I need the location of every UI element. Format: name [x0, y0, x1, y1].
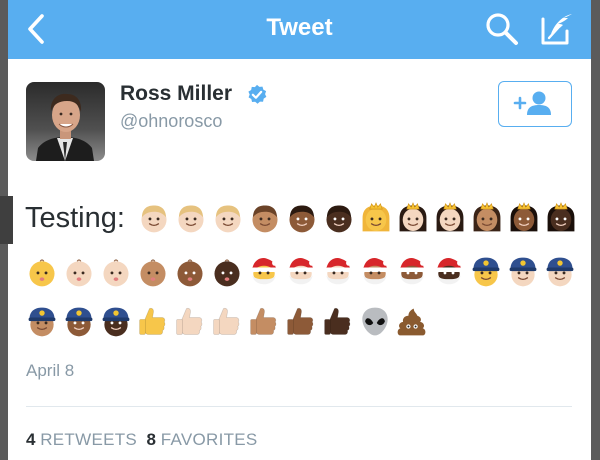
baby-emoji — [29, 259, 55, 287]
tweet-text: Testing: — [25, 198, 581, 348]
man-light-skin-emoji — [178, 205, 204, 233]
baby-dark-skin-emoji — [214, 259, 240, 287]
avatar[interactable] — [26, 82, 105, 161]
santa-light-skin-emoji — [288, 258, 315, 285]
santa-medium-skin-emoji — [362, 258, 389, 285]
man-light-skin-emoji — [215, 205, 241, 233]
santa-medium-dark-skin-emoji — [399, 258, 426, 285]
police-officer-medium-skin-emoji — [28, 307, 56, 337]
follow-button[interactable] — [498, 81, 572, 127]
emoji-row-1 — [137, 198, 581, 238]
princess-medium-dark-skin-emoji — [510, 202, 538, 232]
princess-light-skin-emoji — [399, 202, 427, 232]
man-medium-skin-emoji — [252, 205, 278, 233]
thumbs-up-light-skin-emoji — [176, 307, 203, 335]
princess-emoji — [362, 202, 390, 232]
search-button[interactable] — [484, 11, 520, 47]
alien-emoji — [362, 307, 388, 336]
verified-badge-icon — [248, 84, 267, 104]
tweet-text-word: Testing: — [25, 202, 125, 234]
author-handle[interactable]: @ohnorosco — [120, 111, 222, 132]
compose-icon — [541, 14, 572, 45]
thumbs-up-emoji — [139, 307, 166, 335]
baby-medium-dark-skin-emoji — [177, 259, 203, 287]
thumbs-up-dark-skin-emoji — [324, 307, 351, 335]
profile-photo — [26, 82, 105, 161]
favorites-link[interactable]: 8 FAVORITES — [147, 430, 258, 449]
baby-light-skin-emoji — [103, 259, 129, 287]
favorites-label: FAVORITES — [160, 430, 258, 449]
favorite-count: 8 — [146, 430, 156, 449]
santa-dark-skin-emoji — [436, 258, 463, 285]
tweet-date: April 8 — [26, 361, 75, 380]
tweet-stats: 4 RETWEETS 8 FAVORITES — [26, 430, 258, 450]
police-officer-emoji — [472, 257, 500, 287]
man-dark-skin-emoji — [326, 205, 352, 233]
princess-medium-skin-emoji — [473, 202, 501, 232]
navigation-bar: Tweet — [8, 0, 591, 59]
author-display-name[interactable]: Ross Miller — [120, 82, 232, 106]
santa-emoji — [251, 258, 278, 285]
thumbs-up-medium-skin-emoji — [250, 307, 277, 335]
device-side-button — [0, 196, 13, 244]
search-icon — [486, 13, 518, 45]
santa-light-skin-emoji — [325, 258, 352, 285]
princess-dark-skin-emoji — [547, 202, 575, 232]
thumbs-up-medium-dark-skin-emoji — [287, 307, 314, 335]
police-officer-dark-skin-emoji — [102, 307, 130, 337]
retweets-label: RETWEETS — [40, 430, 138, 449]
compose-tweet-button[interactable] — [538, 10, 576, 48]
police-officer-light-skin-emoji — [546, 257, 574, 287]
police-officer-medium-dark-skin-emoji — [65, 307, 93, 337]
retweet-count: 4 — [26, 430, 36, 449]
divider — [26, 406, 572, 407]
emoji-row-2 — [25, 252, 581, 292]
device-frame-right — [591, 0, 600, 460]
baby-light-skin-emoji — [66, 259, 92, 287]
thumbs-up-light-skin-emoji — [213, 307, 240, 335]
baby-medium-skin-emoji — [140, 259, 166, 287]
princess-light-skin-emoji — [436, 202, 464, 232]
pile-of-poo-emoji — [397, 308, 426, 336]
man-medium-dark-skin-emoji — [289, 205, 315, 233]
add-user-icon — [513, 91, 551, 115]
emoji-row-3 — [25, 302, 581, 342]
police-officer-light-skin-emoji — [509, 257, 537, 287]
man-medium-light-skin-emoji — [141, 205, 167, 233]
retweets-link[interactable]: 4 RETWEETS — [26, 430, 137, 449]
